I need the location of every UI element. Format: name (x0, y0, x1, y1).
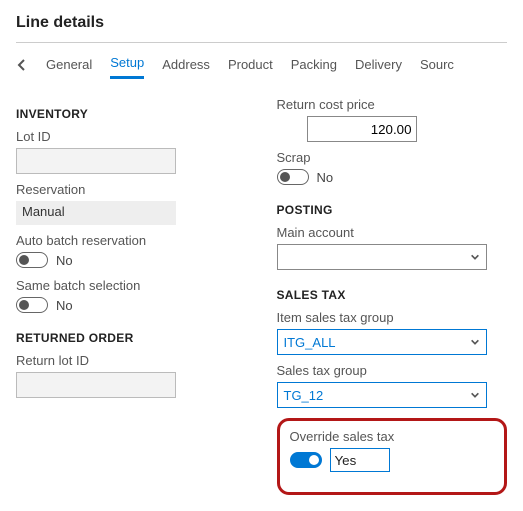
override-sales-tax-label: Override sales tax (290, 429, 494, 444)
same-batch-state: No (56, 298, 73, 313)
item-sales-tax-group-select[interactable]: ITG_ALL (277, 329, 487, 355)
override-sales-tax-state[interactable] (330, 448, 390, 472)
scrap-toggle[interactable] (277, 169, 309, 185)
item-sales-tax-group-label: Item sales tax group (277, 310, 508, 325)
auto-batch-label: Auto batch reservation (16, 233, 247, 248)
posting-heading: POSTING (277, 203, 508, 217)
chevron-down-icon (470, 388, 480, 403)
item-sales-tax-group-value: ITG_ALL (284, 335, 336, 350)
scrap-state: No (317, 170, 334, 185)
same-batch-label: Same batch selection (16, 278, 247, 293)
main-account-select[interactable] (277, 244, 487, 270)
sales-tax-group-select[interactable]: TG_12 (277, 382, 487, 408)
return-cost-input[interactable] (307, 116, 417, 142)
same-batch-toggle[interactable] (16, 297, 48, 313)
reservation-label: Reservation (16, 182, 247, 197)
tabs-bar: General Setup Address Product Packing De… (16, 51, 507, 79)
tab-sourcing[interactable]: Sourc (420, 53, 454, 78)
tabs-scroll-left-icon[interactable] (16, 59, 28, 71)
sales-tax-group-label: Sales tax group (277, 363, 508, 378)
auto-batch-toggle[interactable] (16, 252, 48, 268)
override-sales-tax-toggle[interactable] (290, 452, 322, 468)
override-sales-tax-highlight: Override sales tax (277, 418, 507, 495)
main-account-label: Main account (277, 225, 508, 240)
sales-tax-group-value: TG_12 (284, 388, 324, 403)
divider (16, 42, 507, 43)
scrap-label: Scrap (277, 150, 508, 165)
inventory-heading: INVENTORY (16, 107, 247, 121)
sales-tax-heading: SALES TAX (277, 288, 508, 302)
return-lot-id-input[interactable] (16, 372, 176, 398)
chevron-down-icon (470, 250, 480, 265)
tab-setup[interactable]: Setup (110, 51, 144, 79)
tab-product[interactable]: Product (228, 53, 273, 78)
page-title: Line details (16, 14, 507, 32)
tab-delivery[interactable]: Delivery (355, 53, 402, 78)
right-column: Return cost price Scrap No POSTING Main … (277, 97, 508, 495)
auto-batch-state: No (56, 253, 73, 268)
tab-packing[interactable]: Packing (291, 53, 337, 78)
returned-order-heading: RETURNED ORDER (16, 331, 247, 345)
lot-id-input[interactable] (16, 148, 176, 174)
reservation-value[interactable]: Manual (16, 201, 176, 225)
return-lot-id-label: Return lot ID (16, 353, 247, 368)
tab-address[interactable]: Address (162, 53, 210, 78)
tab-general[interactable]: General (46, 53, 92, 78)
left-column: INVENTORY Lot ID Reservation Manual Auto… (16, 97, 247, 495)
return-cost-label: Return cost price (277, 97, 508, 112)
lot-id-label: Lot ID (16, 129, 247, 144)
chevron-down-icon (470, 335, 480, 350)
